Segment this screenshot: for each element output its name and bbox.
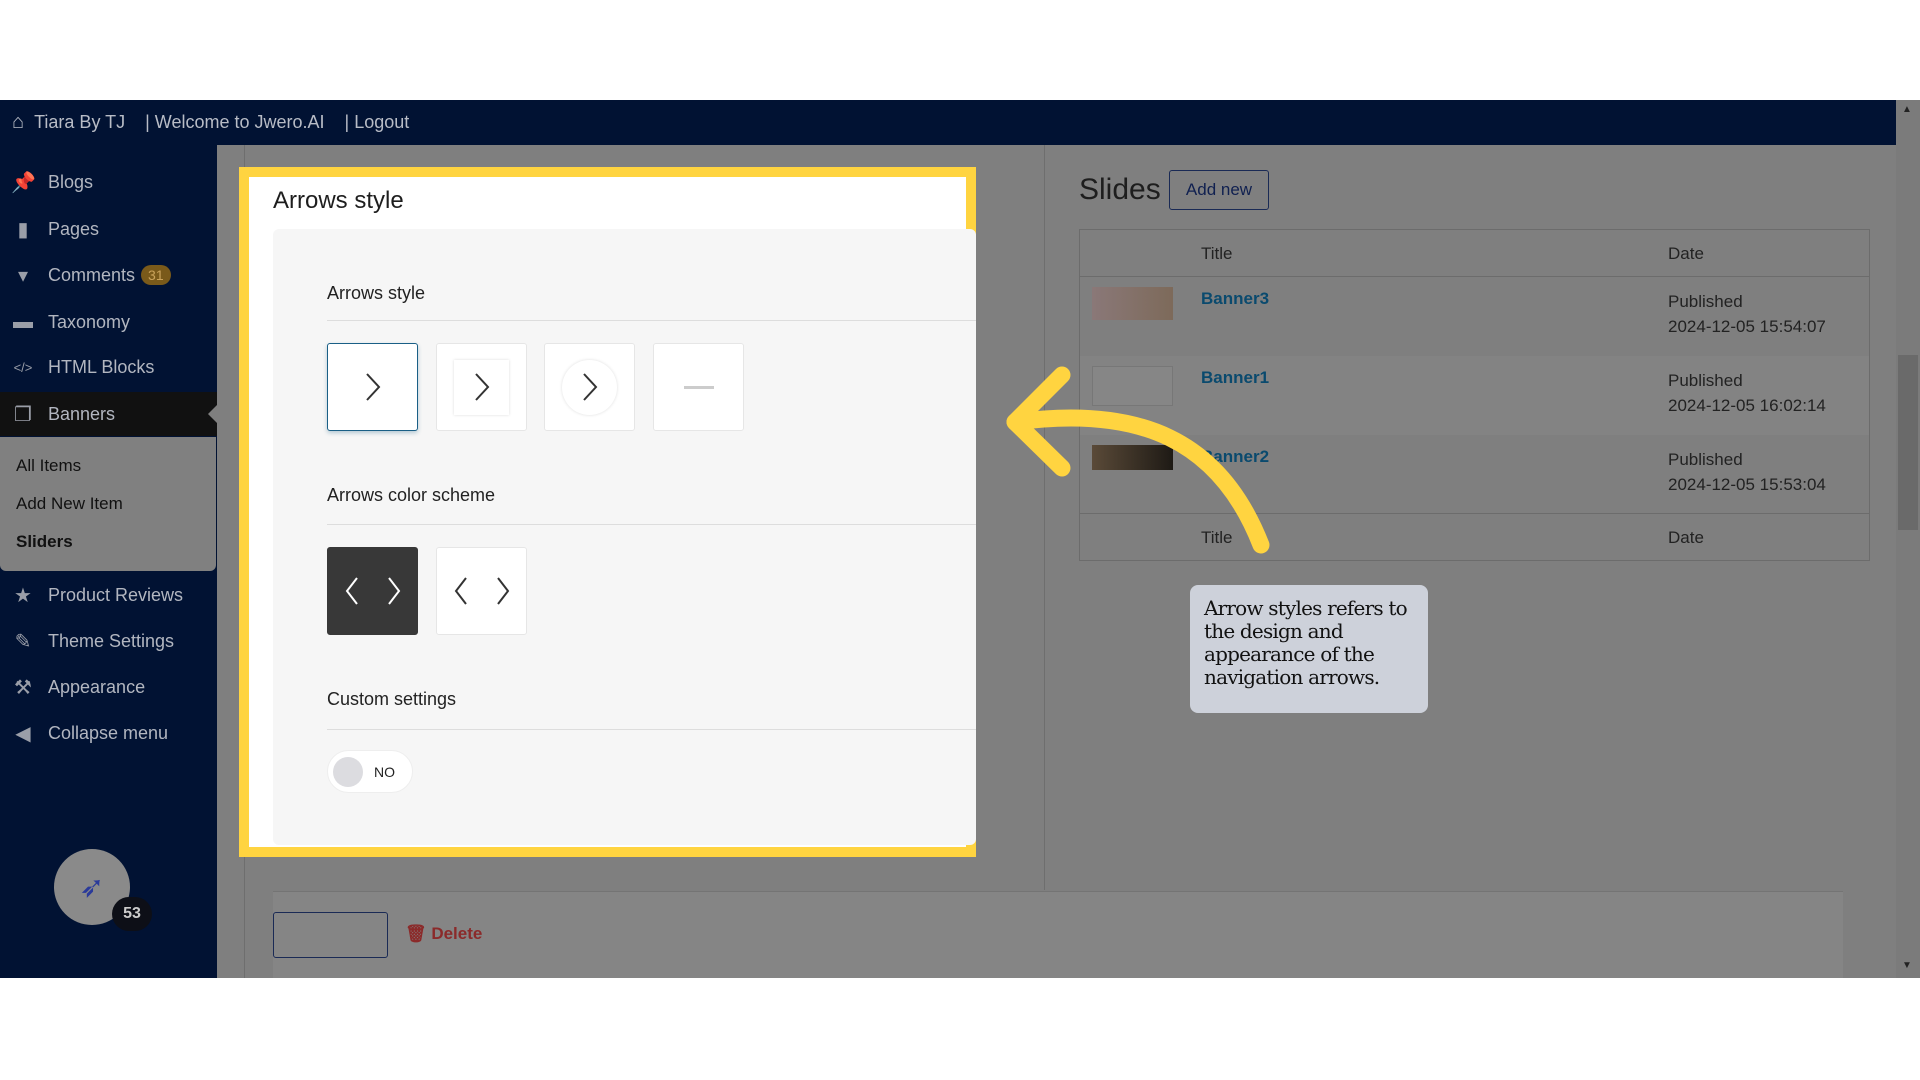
pointer-arrow-icon [1006,366,1270,554]
